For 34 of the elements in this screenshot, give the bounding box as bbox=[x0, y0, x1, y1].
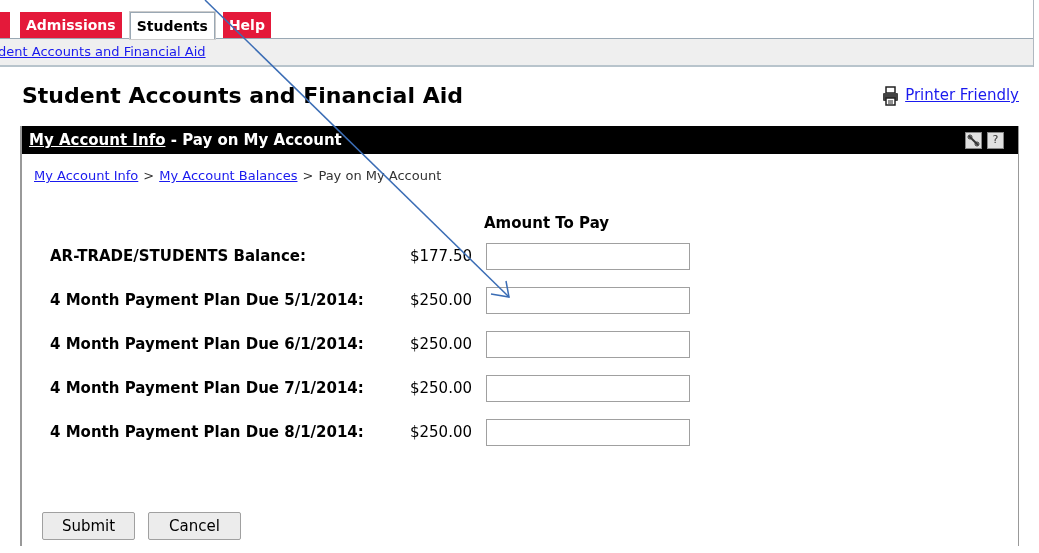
breadcrumb-separator: > bbox=[143, 167, 155, 185]
row-label: 4 Month Payment Plan Due 5/1/2014: bbox=[50, 290, 365, 312]
help-button[interactable]: ? bbox=[987, 131, 1004, 149]
printer-icon bbox=[882, 85, 900, 106]
nav-tab[interactable]: Help bbox=[222, 12, 271, 38]
amount: $177.50 bbox=[408, 246, 472, 268]
nav-tab[interactable]: Admissions bbox=[20, 12, 122, 38]
row-label: 4 Month Payment Plan Due 8/1/2014: bbox=[50, 422, 365, 444]
wrench-icon[interactable] bbox=[965, 131, 982, 149]
amount: $250.00 bbox=[408, 378, 472, 400]
printer-friendly-link[interactable]: Printer Friendly bbox=[905, 84, 1019, 107]
tab-edge bbox=[0, 12, 10, 38]
panel-title-link[interactable]: My Account Info bbox=[29, 128, 166, 152]
page-title: Student Accounts and Financial Aid bbox=[22, 82, 463, 110]
nav-tab[interactable]: Students bbox=[129, 12, 215, 39]
amount-input[interactable] bbox=[486, 243, 690, 270]
amount-input[interactable] bbox=[486, 419, 690, 446]
row-label: 4 Month Payment Plan Due 6/1/2014: bbox=[50, 334, 365, 356]
amount: $250.00 bbox=[408, 422, 472, 444]
column-heading: Amount To Pay bbox=[484, 212, 610, 234]
amount: $250.00 bbox=[408, 334, 472, 356]
form-button[interactable]: Submit bbox=[42, 512, 135, 540]
amount-input[interactable] bbox=[486, 331, 690, 358]
amount: $250.00 bbox=[408, 290, 472, 312]
breadcrumb-link[interactable]: My Account Balances bbox=[159, 166, 298, 186]
row-label: 4 Month Payment Plan Due 7/1/2014: bbox=[50, 378, 365, 400]
breadcrumb-current: Pay on My Account bbox=[318, 167, 442, 185]
form-button[interactable]: Cancel bbox=[148, 512, 241, 540]
row-label: AR-TRADE/STUDENTS Balance: bbox=[50, 246, 308, 268]
amount-input[interactable] bbox=[486, 287, 690, 314]
panel-title: - Pay on My Account bbox=[169, 129, 342, 151]
breadcrumb-link[interactable]: My Account Info bbox=[34, 166, 139, 186]
breadcrumb-separator: > bbox=[302, 167, 314, 185]
amount-input[interactable] bbox=[486, 375, 690, 402]
